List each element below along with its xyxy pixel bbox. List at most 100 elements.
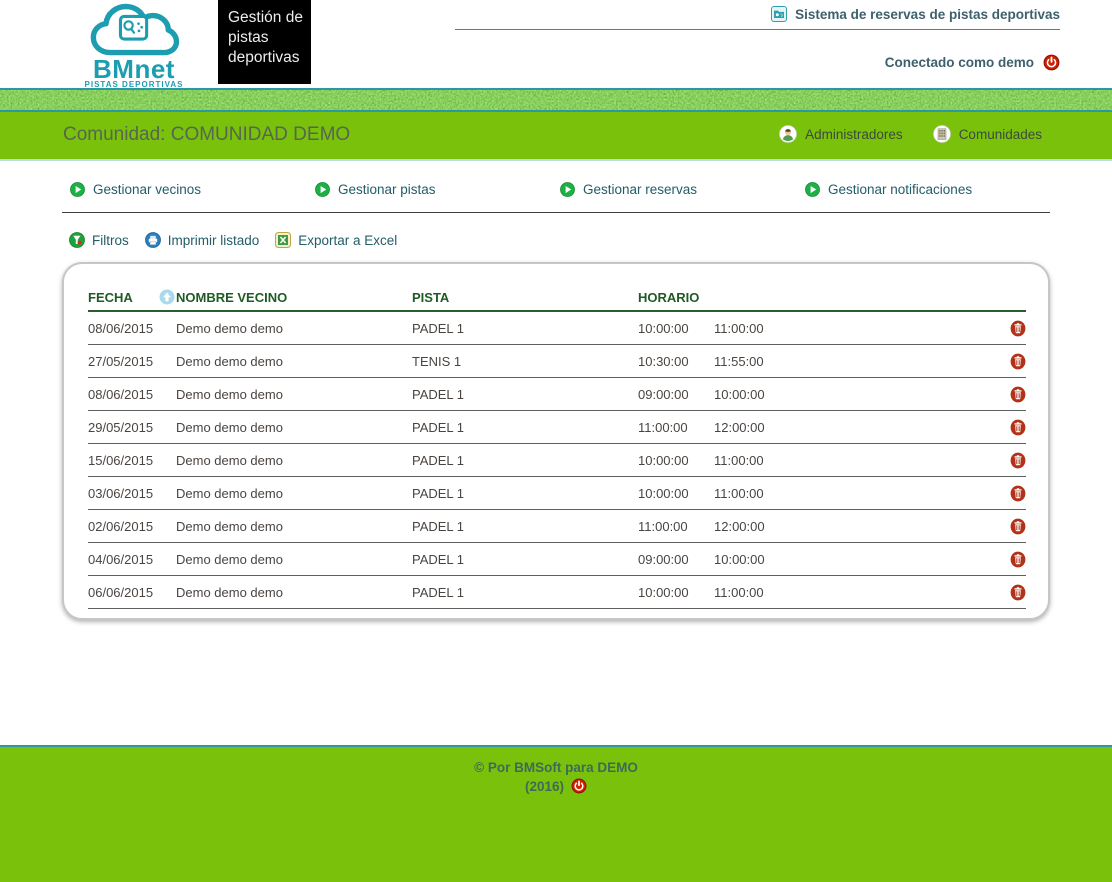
- main-content: Gestionar vecinos Gestionar pistas Gesti…: [0, 161, 1112, 745]
- cell-pista: PADEL 1: [412, 485, 465, 501]
- cell-nombre: Demo demo demo: [176, 452, 283, 468]
- actions-row: Filtros Imprimir listado Exportar a Exce…: [69, 232, 404, 248]
- cell-hora-fin: 10:00:00: [714, 551, 765, 567]
- trash-icon: [1010, 419, 1026, 435]
- delete-reservation-button[interactable]: [1010, 518, 1026, 535]
- footer-line2: (2016): [0, 778, 1112, 794]
- cell-pista: PADEL 1: [412, 452, 465, 468]
- delete-reservation-button[interactable]: [1010, 485, 1026, 502]
- play-icon: [315, 182, 330, 197]
- community-title: Comunidad: COMUNIDAD DEMO: [63, 124, 351, 145]
- footer-power-icon[interactable]: [571, 778, 587, 794]
- table-row: 02/06/2015 Demo demo demo PADEL 1 11:00:…: [88, 510, 1026, 543]
- cell-fecha: 27/05/2015: [88, 353, 154, 369]
- table-row: 29/05/2015 Demo demo demo PADEL 1 11:00:…: [88, 411, 1026, 444]
- cell-fecha: 02/06/2015: [88, 518, 154, 534]
- menu-gestionar-notificaciones[interactable]: Gestionar notificaciones: [805, 182, 972, 197]
- col-header-horario[interactable]: HORARIO: [638, 290, 714, 305]
- exportar-label: Exportar a Excel: [298, 232, 398, 248]
- comunidades-label: Comunidades: [958, 126, 1042, 142]
- cloud-logo-icon: [90, 3, 180, 56]
- top-header: BMnet PISTAS DEPORTIVAS Gestión de pista…: [0, 0, 1112, 89]
- col-header-nombre[interactable]: NOMBRE VECINO: [159, 289, 412, 305]
- cell-nombre: Demo demo demo: [176, 386, 283, 402]
- logout-power-icon[interactable]: [1043, 54, 1060, 71]
- cell-nombre: Demo demo demo: [176, 485, 283, 501]
- cell-fecha: 04/06/2015: [88, 551, 154, 567]
- cell-nombre: Demo demo demo: [176, 518, 283, 534]
- community-bar: Comunidad: COMUNIDAD DEMO Administradore…: [0, 112, 1112, 161]
- community-links: Administradores Comunidades: [779, 125, 1042, 143]
- sort-up-icon[interactable]: [159, 289, 175, 305]
- cell-hora-fin: 12:00:00: [714, 419, 765, 435]
- connected-row: Conectado como demo: [885, 54, 1060, 71]
- logo-subtitle: PISTAS DEPORTIVAS: [84, 80, 184, 89]
- imprimir-listado-button[interactable]: Imprimir listado: [144, 232, 259, 248]
- cell-nombre: Demo demo demo: [176, 353, 283, 369]
- table-row: 15/06/2015 Demo demo demo PADEL 1 10:00:…: [88, 444, 1026, 477]
- table-row: 08/06/2015 Demo demo demo PADEL 1 09:00:…: [88, 378, 1026, 411]
- menu-gestionar-pistas[interactable]: Gestionar pistas: [315, 182, 436, 197]
- menu-gestionar-reservas[interactable]: Gestionar reservas: [560, 182, 697, 197]
- bmnet-logo[interactable]: BMnet PISTAS DEPORTIVAS: [82, 2, 186, 89]
- cell-hora-inicio: 11:00:00: [638, 518, 688, 534]
- cell-hora-inicio: 10:00:00: [638, 452, 689, 468]
- play-icon: [70, 182, 85, 197]
- cell-pista: PADEL 1: [412, 386, 465, 402]
- table-row: 08/06/2015 Demo demo demo PADEL 1 10:00:…: [88, 312, 1026, 345]
- table-row: 03/06/2015 Demo demo demo PADEL 1 10:00:…: [88, 477, 1026, 510]
- col-header-pista[interactable]: PISTA: [412, 290, 638, 305]
- cell-hora-fin: 11:00:00: [714, 320, 764, 336]
- trash-icon: [1010, 518, 1026, 534]
- delete-reservation-button[interactable]: [1010, 419, 1026, 436]
- footer-year: (2016): [524, 778, 565, 794]
- logo-name: BMnet: [93, 54, 175, 84]
- cell-fecha: 15/06/2015: [88, 452, 154, 468]
- filter-icon: [69, 232, 85, 248]
- delete-reservation-button[interactable]: [1010, 584, 1026, 601]
- menu-gestionar-vecinos[interactable]: Gestionar vecinos: [70, 182, 201, 197]
- play-icon: [560, 182, 575, 197]
- table-row: 04/06/2015 Demo demo demo PADEL 1 09:00:…: [88, 543, 1026, 576]
- delete-reservation-button[interactable]: [1010, 551, 1026, 568]
- cell-fecha: 03/06/2015: [88, 485, 154, 501]
- table-body: 08/06/2015 Demo demo demo PADEL 1 10:00:…: [88, 312, 1026, 609]
- menu-label: Gestionar pistas: [338, 182, 436, 197]
- cell-hora-inicio: 11:00:00: [638, 419, 688, 435]
- cell-hora-fin: 12:00:00: [714, 518, 765, 534]
- comunidades-link[interactable]: Comunidades: [932, 125, 1042, 143]
- trash-icon: [1010, 551, 1026, 567]
- administradores-link[interactable]: Administradores: [779, 125, 903, 143]
- delete-reservation-button[interactable]: [1010, 320, 1026, 337]
- page-footer: © Por BMSoft para DEMO (2016): [0, 745, 1112, 882]
- trash-icon: [1010, 584, 1026, 600]
- trash-icon: [1010, 485, 1026, 501]
- delete-reservation-button[interactable]: [1010, 386, 1026, 403]
- administradores-label: Administradores: [805, 126, 903, 142]
- cell-hora-inicio: 09:00:00: [638, 551, 689, 567]
- cell-nombre: Demo demo demo: [176, 584, 283, 600]
- menu-label: Gestionar notificaciones: [828, 182, 973, 197]
- play-icon: [805, 182, 820, 197]
- cell-hora-fin: 10:00:00: [714, 386, 765, 402]
- col-header-fecha[interactable]: FECHA: [88, 290, 159, 305]
- trash-icon: [1010, 320, 1026, 336]
- table-row: 06/06/2015 Demo demo demo PADEL 1 10:00:…: [88, 576, 1026, 609]
- cell-pista: PADEL 1: [412, 584, 465, 600]
- cell-fecha: 08/06/2015: [88, 386, 154, 402]
- cell-nombre: Demo demo demo: [176, 551, 283, 567]
- cell-hora-inicio: 09:00:00: [638, 386, 689, 402]
- system-title-row: Sistema de reservas de pistas deportivas: [771, 6, 1060, 22]
- building-icon: [932, 125, 951, 143]
- menu-label: Gestionar reservas: [583, 182, 698, 197]
- cell-hora-inicio: 10:00:00: [638, 485, 689, 501]
- cell-hora-fin: 11:00:00: [714, 452, 764, 468]
- cell-hora-fin: 11:00:00: [714, 584, 764, 600]
- delete-reservation-button[interactable]: [1010, 452, 1026, 469]
- delete-reservation-button[interactable]: [1010, 353, 1026, 370]
- footer-line1: © Por BMSoft para DEMO: [474, 760, 638, 775]
- exportar-excel-button[interactable]: Exportar a Excel: [275, 232, 397, 248]
- cell-hora-inicio: 10:30:00: [638, 353, 689, 369]
- table-header: FECHA NOMBRE VECINO PISTA HORARIO: [88, 284, 1026, 312]
- filtros-button[interactable]: Filtros: [69, 232, 129, 248]
